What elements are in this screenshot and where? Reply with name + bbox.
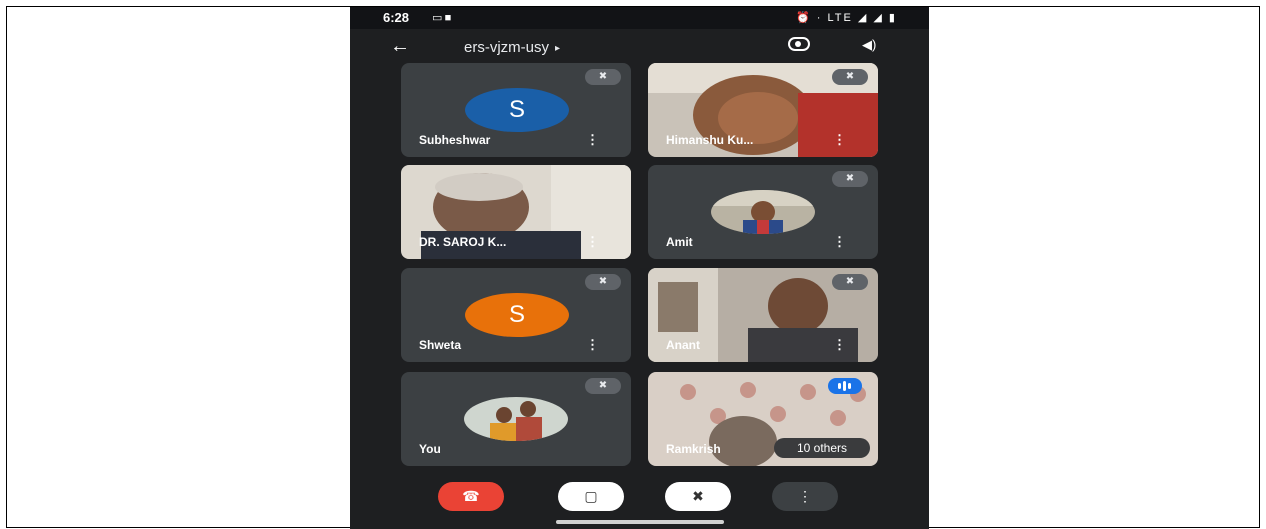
mic-muted-icon: ✖ [585,378,621,394]
mic-off-icon: ✖ [692,488,704,504]
more-vert-icon[interactable]: ⋮ [586,234,599,250]
meeting-code[interactable]: ers-vjzm-usy ▸ [464,39,560,56]
more-vert-icon[interactable]: ⋮ [833,337,846,353]
audio-level-icon [828,378,862,394]
participant-tile-anant[interactable]: ✖ Anant ⋮ [648,268,878,362]
phone-screen: 6:28 ▭ ■ ⏰ · LTE ◢ ◢ ▮ ← ers-vjzm-usy ▸ ◀… [350,7,929,529]
participant-name: Subheshwar [419,133,491,147]
more-vert-icon: ⋮ [798,488,812,504]
status-bar: 6:28 ▭ ■ ⏰ · LTE ◢ ◢ ▮ [350,7,929,29]
home-indicator[interactable] [556,520,724,524]
avatar [464,397,568,441]
participant-name: Amit [666,235,693,249]
participant-name: DR. SAROJ K... [419,235,507,249]
more-options-button[interactable]: ⋮ [772,482,838,511]
avatar: S [465,293,569,337]
more-vert-icon[interactable]: ⋮ [586,337,599,353]
participant-name: You [419,442,441,456]
camera-toggle-button[interactable]: ▢ [558,482,624,511]
participant-name: Ramkrish [666,442,721,456]
participant-tile-dr-saroj[interactable]: DR. SAROJ K... ⋮ [401,165,631,259]
meeting-top-bar: ← ers-vjzm-usy ▸ ◀) [350,29,929,65]
expand-caret-icon: ▸ [555,43,561,54]
notification-icons: ▭ ■ [432,12,452,24]
participant-name: Shweta [419,338,462,352]
system-icons: ⏰ · LTE ◢ ◢ ▮ [796,12,897,24]
more-vert-icon[interactable]: ⋮ [833,234,846,250]
participant-name: Himanshu Ku... [666,133,754,147]
camera-off-icon: ▢ [584,488,598,504]
others-count-badge[interactable]: 10 others [774,438,870,458]
participant-tile-ramkrish[interactable]: Ramkrish 10 others [648,372,878,466]
back-arrow-icon[interactable]: ← [390,35,410,58]
avatar [711,190,815,234]
participant-name: Anant [666,338,700,352]
participant-tile-you[interactable]: ✖ You [401,372,631,466]
status-time: 6:28 [383,10,410,25]
mic-toggle-button[interactable]: ✖ [665,482,731,511]
mic-muted-icon: ✖ [832,69,868,85]
mic-muted-icon: ✖ [585,274,621,290]
more-vert-icon[interactable]: ⋮ [833,132,846,148]
participant-tile-himanshu[interactable]: ✖ Himanshu Ku... ⋮ [648,63,878,157]
participant-tile-amit[interactable]: ✖ Amit ⋮ [648,165,878,259]
end-call-button[interactable]: ☎ [438,482,504,511]
mic-muted-icon: ✖ [585,69,621,85]
phone-hangup-icon: ☎ [462,488,480,504]
mic-muted-icon: ✖ [832,171,868,187]
speaker-icon[interactable]: ◀) [862,37,876,53]
mic-muted-icon: ✖ [832,274,868,290]
avatar-photo [711,190,815,234]
participant-tile-shweta[interactable]: ✖ S Shweta ⋮ [401,268,631,362]
more-vert-icon[interactable]: ⋮ [586,132,599,148]
meeting-code-label: ers-vjzm-usy [464,39,549,56]
avatar-photo [464,397,568,441]
participant-tile-subheshwar[interactable]: ✖ S Subheshwar ⋮ [401,63,631,157]
avatar: S [465,88,569,132]
switch-camera-icon[interactable] [788,37,810,51]
